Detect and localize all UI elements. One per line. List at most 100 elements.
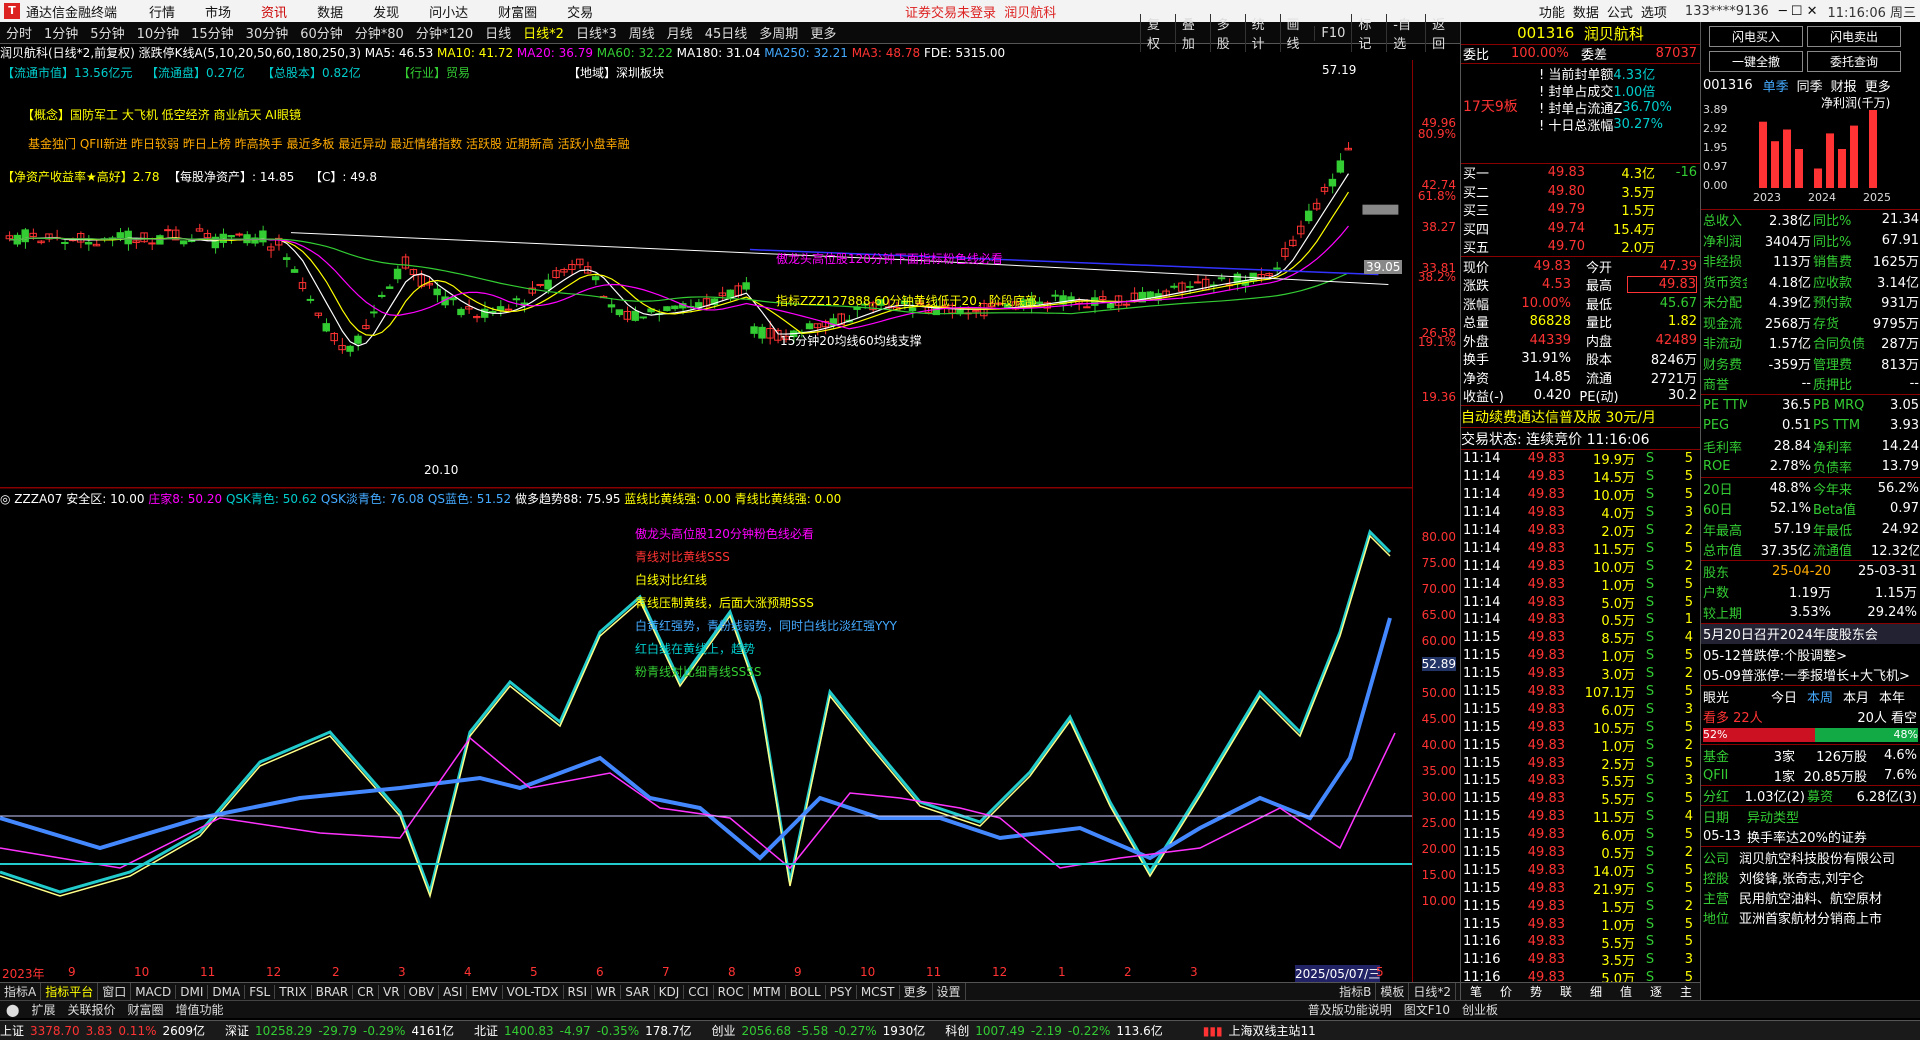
f10-tab-3[interactable]: 更多: [1865, 80, 1891, 95]
sz-label[interactable]: 深证: [225, 1022, 249, 1039]
f10-tab-1[interactable]: 同季: [1797, 80, 1823, 95]
login-notice[interactable]: 证券交易未登录 润贝航科: [905, 2, 1056, 21]
server-label[interactable]: 上海双线主站11: [1229, 1022, 1316, 1039]
ext-right-0[interactable]: 普及版功能说明: [1302, 1001, 1398, 1018]
period-5[interactable]: 30分钟: [246, 23, 289, 42]
eye-tab-2[interactable]: 本月: [1843, 687, 1879, 706]
ind-tab-4[interactable]: DMI: [176, 984, 209, 999]
ind-tab-7[interactable]: TRIX: [275, 984, 312, 999]
right-menu-item-1[interactable]: 数据: [1573, 6, 1599, 21]
period-0[interactable]: 分时: [6, 23, 32, 42]
ind-tab-17[interactable]: SAR: [621, 984, 655, 999]
cy-label[interactable]: 创业: [712, 1022, 736, 1039]
ind-tab-18[interactable]: KDJ: [655, 984, 685, 999]
ind-tab-16[interactable]: WR: [592, 984, 622, 999]
trade-btn-3[interactable]: 委托查询: [1807, 51, 1901, 72]
f10-tab-2[interactable]: 财报: [1831, 80, 1857, 95]
ind-tab-9[interactable]: CR: [353, 984, 379, 999]
menu-item-1[interactable]: 市场: [205, 6, 231, 21]
period-7[interactable]: 分钟*80: [355, 23, 404, 42]
window-controls[interactable]: ─ ☐ ✕: [1779, 4, 1818, 19]
quote-foot-tab-4[interactable]: 细: [1581, 983, 1611, 1000]
toggle-icon[interactable]: ⬤: [0, 1003, 25, 1017]
period-11[interactable]: 日线*3: [576, 23, 617, 42]
indicator-name[interactable]: 涨跌停K线A(5,10,20,50,60,180,250,3): [139, 46, 361, 60]
period-14[interactable]: 45日线: [705, 23, 748, 42]
ind-tab-0[interactable]: 指标A: [0, 983, 42, 1000]
ind-tab-8[interactable]: BRAR: [312, 984, 354, 999]
ind-tab-20[interactable]: ROC: [714, 984, 749, 999]
period-8[interactable]: 分钟*120: [416, 23, 473, 42]
ind-tab-1[interactable]: 指标平台: [41, 983, 99, 1000]
right-menu-item-2[interactable]: 公式: [1607, 6, 1633, 21]
period-1[interactable]: 1分钟: [44, 23, 78, 42]
period-16[interactable]: 更多: [810, 23, 836, 42]
ext-right-1[interactable]: 图文F10: [1398, 1001, 1456, 1018]
news-item-0[interactable]: 5月20日召开2024年度股东会: [1701, 623, 1920, 644]
menu-item-5[interactable]: 问小达: [429, 6, 468, 21]
ind-tab-right-0[interactable]: 指标B: [1335, 983, 1377, 1000]
bid-row-3[interactable]: 买四 49.74 15.4万: [1461, 219, 1700, 238]
eye-tab-3[interactable]: 本年: [1879, 687, 1915, 706]
period-15[interactable]: 多周期: [759, 23, 798, 42]
ind-tab-11[interactable]: OBV: [405, 984, 440, 999]
menu-item-3[interactable]: 数据: [317, 6, 343, 21]
quote-foot-tab-6[interactable]: 逐: [1641, 983, 1671, 1000]
trade-btn-1[interactable]: 闪电卖出: [1807, 26, 1901, 47]
ext-tab-2[interactable]: 财富圈: [121, 1001, 169, 1018]
news-item-2[interactable]: 05-09普涨停:一季报增长+大飞机>: [1701, 665, 1920, 686]
ext-tab-1[interactable]: 关联报价: [61, 1001, 121, 1018]
ind-tab-2[interactable]: 窗口: [98, 983, 132, 1000]
menu-item-0[interactable]: 行情: [149, 6, 175, 21]
menu-item-4[interactable]: 发现: [373, 6, 399, 21]
ind-tab-15[interactable]: RSI: [564, 984, 593, 999]
period-10[interactable]: 日线*2: [523, 23, 564, 42]
account-label[interactable]: 133****9136: [1685, 4, 1769, 19]
menu-item-2[interactable]: 资讯: [261, 6, 287, 21]
menu-item-7[interactable]: 交易: [567, 6, 593, 21]
quote-foot-tab-5[interactable]: 值: [1611, 983, 1641, 1000]
ext-tab-3[interactable]: 增值功能: [169, 1001, 229, 1018]
right-menu-item-0[interactable]: 功能: [1539, 6, 1565, 21]
ind-tab-24[interactable]: MCST: [857, 984, 900, 999]
quote-foot-tab-3[interactable]: 联: [1551, 983, 1581, 1000]
ind-tab-6[interactable]: FSL: [245, 984, 276, 999]
quote-foot-tab-0[interactable]: 笔: [1461, 983, 1491, 1000]
ind-tab-right-1[interactable]: 模板: [1376, 983, 1410, 1000]
period-6[interactable]: 60分钟: [300, 23, 343, 42]
period-4[interactable]: 15分钟: [191, 23, 234, 42]
bid-row-2[interactable]: 买三 49.79 1.5万: [1461, 201, 1700, 219]
trade-btn-2[interactable]: 一键全撤: [1709, 51, 1803, 72]
bid-row-1[interactable]: 买二 49.80 3.5万: [1461, 182, 1700, 201]
ind-tab-12[interactable]: ASI: [439, 984, 468, 999]
ind-tab-10[interactable]: VR: [379, 984, 405, 999]
right-menu-item-3[interactable]: 选项: [1641, 6, 1667, 21]
bid-row-4[interactable]: 买五 49.70 2.0万: [1461, 238, 1700, 256]
period-2[interactable]: 5分钟: [90, 23, 124, 42]
ind-tab-21[interactable]: MTM: [749, 984, 786, 999]
tick-list[interactable]: 11:14 49.83 19.9万 S 5 11:14 49.83 14.5万 S 5 11:14 4…: [1461, 449, 1700, 987]
quote-foot-tab-2[interactable]: 势: [1521, 983, 1551, 1000]
eye-tab-0[interactable]: 今日: [1771, 687, 1807, 706]
kline-chart[interactable]: [0, 60, 1412, 488]
news-item-1[interactable]: 05-12普跌停:个股调整>: [1701, 644, 1920, 665]
ad-banner[interactable]: 自动续费通达信普及版 30元/月: [1461, 405, 1700, 427]
toolbar-btn-5[interactable]: F10: [1314, 25, 1351, 41]
period-13[interactable]: 月线: [667, 23, 693, 42]
period-9[interactable]: 日线: [485, 23, 511, 42]
ind-tab-23[interactable]: PSY: [826, 984, 857, 999]
eye-tab-1[interactable]: 本周: [1807, 687, 1843, 706]
quote-foot-tab-7[interactable]: 主: [1671, 983, 1701, 1000]
ind-head-label[interactable]: ◎ ZZZA07: [0, 492, 66, 506]
ind-tab-25[interactable]: 更多: [900, 983, 933, 1000]
ext-right-2[interactable]: 创业板: [1456, 1001, 1504, 1018]
trade-btn-0[interactable]: 闪电买入: [1709, 26, 1803, 47]
menu-item-6[interactable]: 财富圈: [498, 6, 537, 21]
f10-tab-0[interactable]: 单季: [1763, 80, 1789, 95]
ind-tab-14[interactable]: VOL-TDX: [503, 984, 564, 999]
bz-label[interactable]: 北证: [474, 1022, 498, 1039]
ind-tab-3[interactable]: MACD: [131, 984, 177, 999]
ext-tab-0[interactable]: 扩展: [25, 1001, 61, 1018]
ind-tab-5[interactable]: DMA: [208, 984, 246, 999]
ind-tab-13[interactable]: EMV: [467, 984, 503, 999]
